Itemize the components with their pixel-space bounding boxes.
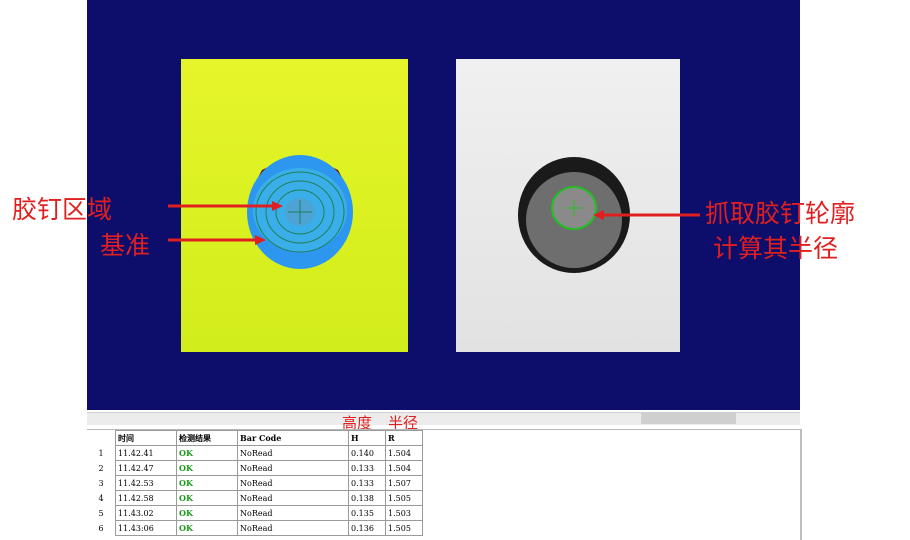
row-index: 5 xyxy=(98,508,104,518)
barcode-cell: NoRead xyxy=(237,445,349,461)
h-header[interactable]: H xyxy=(348,430,386,446)
grab-contour-label: 抓取胶钉轮廓 xyxy=(705,199,856,228)
results-table: 时间 检测结果 Bar Code H R 1 11.42.41 OK NoRea… xyxy=(87,430,423,536)
result-header[interactable]: 检测结果 xyxy=(176,430,238,446)
baseline-label: 基准 xyxy=(100,231,151,260)
image-viewer xyxy=(87,0,800,410)
table-row[interactable]: 5 11.43.02 OK NoRead 0.135 1.503 xyxy=(87,505,423,521)
r-cell: 1.505 xyxy=(385,490,423,506)
barcode-cell: NoRead xyxy=(237,460,349,476)
radius-calc-label: 计算其半径 xyxy=(713,234,839,263)
height-map-image xyxy=(181,59,408,352)
index-header xyxy=(87,430,116,446)
h-cell: 0.136 xyxy=(348,520,386,536)
time-cell: 11.42.58 xyxy=(115,490,177,506)
result-cell: OK xyxy=(176,505,238,521)
h-cell: 0.133 xyxy=(348,460,386,476)
table-row[interactable]: 4 11.42.58 OK NoRead 0.138 1.505 xyxy=(87,490,423,506)
row-index: 4 xyxy=(98,493,104,503)
row-index: 2 xyxy=(98,463,104,473)
grayscale-image xyxy=(456,59,680,352)
result-cell: OK xyxy=(176,520,238,536)
r-cell: 1.503 xyxy=(385,505,423,521)
table-row[interactable]: 6 11.43:06 OK NoRead 0.136 1.505 xyxy=(87,520,423,536)
table-row[interactable]: 2 11.42.47 OK NoRead 0.133 1.504 xyxy=(87,460,423,476)
glue-zone-label: 胶钉区域 xyxy=(12,195,113,224)
time-cell: 11.42.41 xyxy=(115,445,177,461)
h-cell: 0.140 xyxy=(348,445,386,461)
row-index: 6 xyxy=(98,523,104,533)
barcode-cell: NoRead xyxy=(237,490,349,506)
h-cell: 0.133 xyxy=(348,475,386,491)
time-cell: 11.43.02 xyxy=(115,505,177,521)
r-cell: 1.507 xyxy=(385,475,423,491)
h-cell: 0.135 xyxy=(348,505,386,521)
barcode-header[interactable]: Bar Code xyxy=(237,430,349,446)
time-header[interactable]: 时间 xyxy=(115,430,177,446)
barcode-cell: NoRead xyxy=(237,505,349,521)
barcode-cell: NoRead xyxy=(237,520,349,536)
r-cell: 1.505 xyxy=(385,520,423,536)
table-right-edge xyxy=(800,429,802,540)
time-cell: 11.42.47 xyxy=(115,460,177,476)
row-index: 3 xyxy=(98,478,104,488)
h-cell: 0.138 xyxy=(348,490,386,506)
table-row[interactable]: 3 11.42.53 OK NoRead 0.133 1.507 xyxy=(87,475,423,491)
r-cell: 1.504 xyxy=(385,460,423,476)
r-header[interactable]: R xyxy=(385,430,423,446)
row-index: 1 xyxy=(98,448,104,458)
result-cell: OK xyxy=(176,490,238,506)
time-cell: 11.42.53 xyxy=(115,475,177,491)
result-cell: OK xyxy=(176,445,238,461)
result-cell: OK xyxy=(176,460,238,476)
time-cell: 11.43:06 xyxy=(115,520,177,536)
result-cell: OK xyxy=(176,475,238,491)
table-row[interactable]: 1 11.42.41 OK NoRead 0.140 1.504 xyxy=(87,445,423,461)
r-cell: 1.504 xyxy=(385,445,423,461)
table-header-row: 时间 检测结果 Bar Code H R xyxy=(87,430,423,446)
scrollbar-thumb[interactable] xyxy=(641,412,736,424)
barcode-cell: NoRead xyxy=(237,475,349,491)
